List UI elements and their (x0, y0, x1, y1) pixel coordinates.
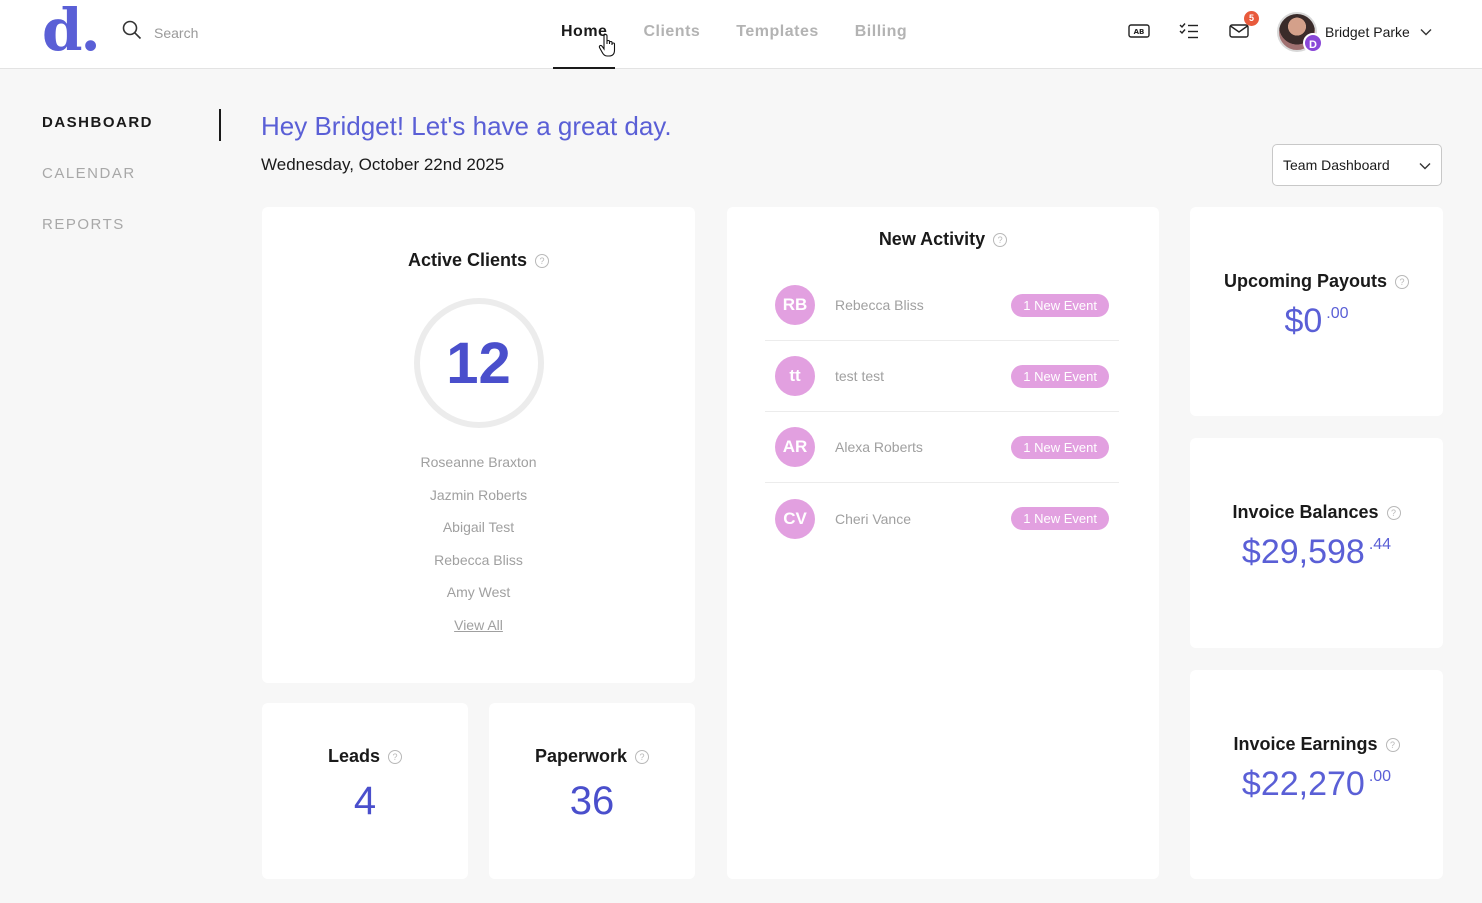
avatar: tt (775, 356, 815, 396)
leads-title: Leads (327, 746, 381, 766)
activity-list: RB Rebecca Bliss 1 New Event tt test tes… (765, 270, 1119, 554)
avatar: CV (775, 498, 815, 539)
checklist-icon[interactable] (1178, 20, 1200, 42)
current-date: Wednesday, October 22nd 2025 (261, 155, 505, 174)
list-item[interactable]: Roseanne Braxton (262, 454, 695, 487)
list-item[interactable]: Amy West (262, 584, 695, 617)
invoice-balances-card: Invoice Balances ? $29,598.44 (1190, 438, 1443, 648)
card-title: Invoice Balances ? (1190, 502, 1443, 523)
top-bar: d. Search Home Clients Templates Billing… (0, 0, 1482, 69)
dashboard-select-value: Team Dashboard (1283, 157, 1390, 173)
invoice-balances-amount: $29,598.44 (1190, 533, 1443, 572)
invoice-earnings-amount: $22,270.00 (1190, 765, 1443, 804)
help-icon[interactable]: ? (1386, 505, 1401, 520)
invoice-balances-title: Invoice Balances (1232, 502, 1379, 522)
hand-cursor-icon (598, 33, 616, 63)
amount-whole: $29,598 (1241, 533, 1365, 571)
help-icon[interactable]: ? (535, 253, 550, 268)
card-title: Leads ? (262, 746, 468, 767)
sidebar-item-dashboard[interactable]: DASHBOARD (42, 114, 153, 165)
search-input[interactable]: Search (154, 25, 198, 41)
upcoming-payouts-title: Upcoming Payouts (1223, 271, 1388, 291)
paperwork-title: Paperwork (534, 746, 628, 766)
list-item[interactable]: RB Rebecca Bliss 1 New Event (765, 270, 1119, 341)
client-list: Roseanne Braxton Jazmin Roberts Abigail … (262, 454, 695, 617)
card-title: Active Clients ? (262, 250, 695, 271)
dashboard-select[interactable]: Team Dashboard (1272, 144, 1442, 186)
help-icon[interactable]: ? (635, 749, 650, 764)
view-all-link[interactable]: View All (262, 617, 695, 633)
card-title: Upcoming Payouts ? (1190, 271, 1443, 292)
user-menu[interactable]: D Bridget Parke (1277, 12, 1432, 53)
sidebar-divider (219, 109, 221, 141)
list-item[interactable]: CV Cheri Vance 1 New Event (765, 483, 1119, 554)
amount-cents: .00 (1326, 305, 1349, 322)
new-activity-card: New Activity ? RB Rebecca Bliss 1 New Ev… (727, 207, 1159, 879)
list-item[interactable]: Rebecca Bliss (262, 552, 695, 585)
active-clients-card: Active Clients ? 12 Roseanne Braxton Jaz… (262, 207, 695, 683)
event-badge[interactable]: 1 New Event (1011, 435, 1109, 459)
new-activity-title: New Activity (878, 229, 986, 249)
sidebar-item-reports[interactable]: REPORTS (42, 216, 153, 267)
activity-name: test test (835, 368, 885, 384)
list-item[interactable]: Abigail Test (262, 519, 695, 552)
amount-cents: .44 (1368, 536, 1392, 553)
leads-count: 4 (353, 779, 377, 823)
svg-text:AB: AB (1134, 28, 1145, 36)
activity-name: Alexa Roberts (835, 439, 923, 455)
nav-templates[interactable]: Templates (728, 0, 826, 69)
amount-whole: $0 (1284, 302, 1323, 340)
active-clients-count: 12 (413, 298, 544, 428)
leads-card[interactable]: Leads ? 4 (262, 703, 468, 879)
avatar: RB (775, 285, 815, 325)
upcoming-payouts-card: Upcoming Payouts ? $0.00 (1190, 207, 1443, 416)
invoice-earnings-card: Invoice Earnings ? $22,270.00 (1190, 670, 1443, 879)
card-title: Invoice Earnings ? (1190, 734, 1443, 755)
activity-name: Cheri Vance (835, 510, 912, 527)
chevron-down-icon (1419, 157, 1431, 173)
logo[interactable]: d. (42, 1, 101, 59)
list-item[interactable]: Jazmin Roberts (262, 487, 695, 520)
mail-icon[interactable]: 5 (1228, 11, 1259, 42)
upcoming-payouts-amount: $0.00 (1190, 302, 1443, 341)
ab-test-icon[interactable]: AB (1128, 20, 1150, 42)
list-item[interactable]: tt test test 1 New Event (765, 341, 1119, 412)
list-item[interactable]: AR Alexa Roberts 1 New Event (765, 412, 1119, 483)
help-icon[interactable]: ? (1385, 737, 1400, 752)
chevron-down-icon[interactable] (1420, 23, 1432, 41)
search-bar[interactable]: Search (122, 20, 198, 45)
sidebar-item-calendar[interactable]: CALENDAR (42, 165, 153, 216)
amount-whole: $22,270 (1241, 765, 1365, 803)
paperwork-count: 36 (569, 779, 615, 823)
card-title: New Activity ? (727, 229, 1159, 250)
avatar-badge: D (1303, 33, 1323, 53)
search-icon[interactable] (122, 20, 142, 45)
help-icon[interactable]: ? (1395, 274, 1410, 289)
event-badge[interactable]: 1 New Event (1011, 364, 1109, 388)
invoice-earnings-title: Invoice Earnings (1233, 734, 1378, 754)
notification-badge: 5 (1244, 11, 1259, 26)
event-badge[interactable]: 1 New Event (1011, 293, 1109, 317)
user-name[interactable]: Bridget Parke (1325, 24, 1410, 40)
amount-cents: .00 (1368, 768, 1392, 785)
nav-billing[interactable]: Billing (847, 0, 915, 69)
event-badge[interactable]: 1 New Event (1011, 507, 1109, 530)
activity-name: Rebecca Bliss (835, 297, 924, 313)
top-actions: AB 5 (1128, 11, 1259, 42)
nav-clients[interactable]: Clients (635, 0, 708, 69)
help-icon[interactable]: ? (993, 232, 1008, 247)
sidebar: DASHBOARD CALENDAR REPORTS (42, 114, 153, 267)
active-clients-title: Active Clients (407, 250, 528, 270)
greeting: Hey Bridget! Let's have a great day. (261, 111, 672, 141)
paperwork-card[interactable]: Paperwork ? 36 (489, 703, 695, 879)
card-title: Paperwork ? (489, 746, 695, 767)
avatar[interactable]: D (1277, 12, 1323, 53)
help-icon[interactable]: ? (388, 749, 403, 764)
avatar: AR (775, 427, 815, 467)
